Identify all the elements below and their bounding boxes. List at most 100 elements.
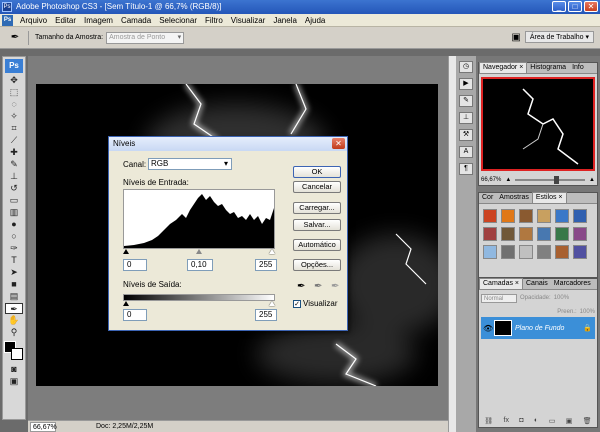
tab-layers[interactable]: Camadas × [479, 278, 523, 289]
pen-tool-icon[interactable]: ✑ [5, 243, 23, 254]
style-swatch[interactable] [573, 209, 587, 223]
lasso-tool-icon[interactable]: ◌ [5, 99, 23, 110]
menu-ajuda[interactable]: Ajuda [301, 16, 329, 25]
dialog-close-button[interactable]: ✕ [332, 138, 345, 149]
menu-imagem[interactable]: Imagem [80, 16, 117, 25]
ok-button[interactable]: OK [293, 166, 341, 178]
layer-mask-icon[interactable]: ◘ [519, 417, 523, 425]
healing-brush-tool-icon[interactable]: ✚ [5, 147, 23, 158]
path-selection-tool-icon[interactable]: ➤ [5, 267, 23, 278]
slice-tool-icon[interactable]: ⟋ [5, 135, 23, 146]
menu-filtro[interactable]: Filtro [201, 16, 227, 25]
move-tool-icon[interactable]: ✥ [5, 75, 23, 86]
zoom-in-icon[interactable]: ▲ [589, 177, 595, 183]
history-panel-icon[interactable]: ◷ [459, 61, 473, 73]
style-swatch[interactable] [483, 227, 497, 241]
history-brush-tool-icon[interactable]: ↺ [5, 183, 23, 194]
clone-stamp-tool-icon[interactable]: ⊥ [5, 171, 23, 182]
navigator-zoom-slider[interactable] [515, 175, 586, 184]
preview-checkbox[interactable]: ✓ [293, 299, 301, 308]
close-button[interactable]: ✕ [584, 1, 598, 12]
clone-source-panel-icon[interactable]: ⊥ [459, 112, 473, 124]
output-black-field[interactable]: 0 [123, 309, 147, 321]
output-white-field[interactable]: 255 [255, 309, 277, 321]
input-black-slider[interactable] [123, 249, 129, 254]
magic-wand-tool-icon[interactable]: ✧ [5, 111, 23, 122]
style-swatch[interactable] [537, 209, 551, 223]
menu-arquivo[interactable]: Arquivo [16, 16, 51, 25]
style-swatch[interactable] [483, 209, 497, 223]
style-swatch[interactable] [573, 227, 587, 241]
notes-tool-icon[interactable]: ▤ [5, 291, 23, 302]
gray-eyedropper-icon[interactable]: ✒ [314, 281, 322, 292]
shape-tool-icon[interactable]: ■ [5, 279, 23, 290]
color-swatches[interactable] [4, 341, 24, 361]
blur-tool-icon[interactable]: ● [5, 219, 23, 230]
output-black-slider[interactable] [123, 301, 129, 306]
delete-layer-icon[interactable]: 🗑 [583, 417, 592, 425]
input-white-field[interactable]: 255 [255, 259, 277, 271]
eraser-tool-icon[interactable]: ▭ [5, 195, 23, 206]
crop-tool-icon[interactable]: ⌗ [5, 123, 23, 134]
output-white-slider[interactable] [269, 301, 275, 306]
eyedropper-tool-icon[interactable]: ✒ [8, 31, 22, 45]
tab-histogram[interactable]: Histograma [527, 63, 569, 73]
adjustment-layer-icon[interactable]: ◐ [534, 417, 538, 425]
style-swatch[interactable] [537, 245, 551, 259]
tool-presets-panel-icon[interactable]: ⚒ [459, 129, 473, 141]
input-gamma-field[interactable]: 0,10 [187, 259, 213, 271]
paragraph-panel-icon[interactable]: ¶ [459, 163, 473, 175]
tab-channels[interactable]: Canais [523, 279, 551, 289]
style-swatch[interactable] [537, 227, 551, 241]
navigator-thumbnail[interactable] [481, 77, 595, 171]
input-white-slider[interactable] [269, 249, 275, 254]
preview-checkbox-row[interactable]: ✓ Visualizar [293, 299, 338, 308]
tab-styles[interactable]: Estilos × [531, 192, 567, 203]
input-gamma-slider[interactable] [196, 249, 202, 254]
black-eyedropper-icon[interactable]: ✒ [297, 281, 305, 292]
tab-paths[interactable]: Marcadores [551, 279, 594, 289]
brush-tool-icon[interactable]: ✎ [5, 159, 23, 170]
style-swatch[interactable] [483, 245, 497, 259]
cancel-button[interactable]: Cancelar [293, 181, 341, 193]
menu-editar[interactable]: Editar [51, 16, 80, 25]
style-swatch[interactable] [555, 227, 569, 241]
opacity-value[interactable]: 100% [554, 295, 569, 301]
minimize-button[interactable]: _ [552, 1, 566, 12]
tab-swatches[interactable]: Amostras [496, 193, 532, 203]
options-button[interactable]: Opções... [293, 259, 341, 271]
marquee-tool-icon[interactable]: ⬚ [5, 87, 23, 98]
fill-value[interactable]: 100% [580, 309, 595, 315]
background-color-swatch[interactable] [11, 348, 23, 360]
save-button[interactable]: Salvar... [293, 219, 341, 231]
tab-color[interactable]: Cor [479, 193, 496, 203]
vertical-scrollbar[interactable] [448, 56, 456, 432]
sample-size-select[interactable]: Amostra de Ponto [106, 31, 185, 44]
style-swatch[interactable] [519, 209, 533, 223]
screen-mode-icon[interactable]: ▣ [5, 376, 23, 387]
layer-style-icon[interactable]: fx [504, 417, 509, 425]
load-button[interactable]: Carregar... [293, 202, 341, 214]
type-tool-icon[interactable]: T [5, 255, 23, 266]
dodge-tool-icon[interactable]: ○ [5, 231, 23, 242]
visibility-eye-icon[interactable]: 👁 [483, 324, 493, 333]
channel-select[interactable]: RGB [148, 158, 232, 170]
new-layer-icon[interactable]: ▣ [566, 417, 573, 425]
auto-button[interactable]: Automático [293, 239, 341, 251]
tab-info[interactable]: Info [569, 63, 587, 73]
quick-mask-icon[interactable]: ◙ [5, 364, 23, 375]
style-swatch[interactable] [501, 209, 515, 223]
style-swatch[interactable] [519, 245, 533, 259]
zoom-out-icon[interactable]: ▲ [505, 177, 511, 183]
link-layers-icon[interactable]: ⛓ [484, 417, 493, 425]
menu-janela[interactable]: Janela [269, 16, 301, 25]
style-swatch[interactable] [555, 209, 569, 223]
style-swatch[interactable] [519, 227, 533, 241]
style-swatch[interactable] [573, 245, 587, 259]
brushes-panel-icon[interactable]: ✎ [459, 95, 473, 107]
actions-panel-icon[interactable]: ▶ [459, 78, 473, 90]
zoom-level-field[interactable]: 66,67% [30, 421, 57, 432]
maximize-button[interactable]: □ [568, 1, 582, 12]
eyedropper-tool-icon-active[interactable]: ✒ [5, 303, 23, 314]
character-panel-icon[interactable]: A [459, 146, 473, 158]
